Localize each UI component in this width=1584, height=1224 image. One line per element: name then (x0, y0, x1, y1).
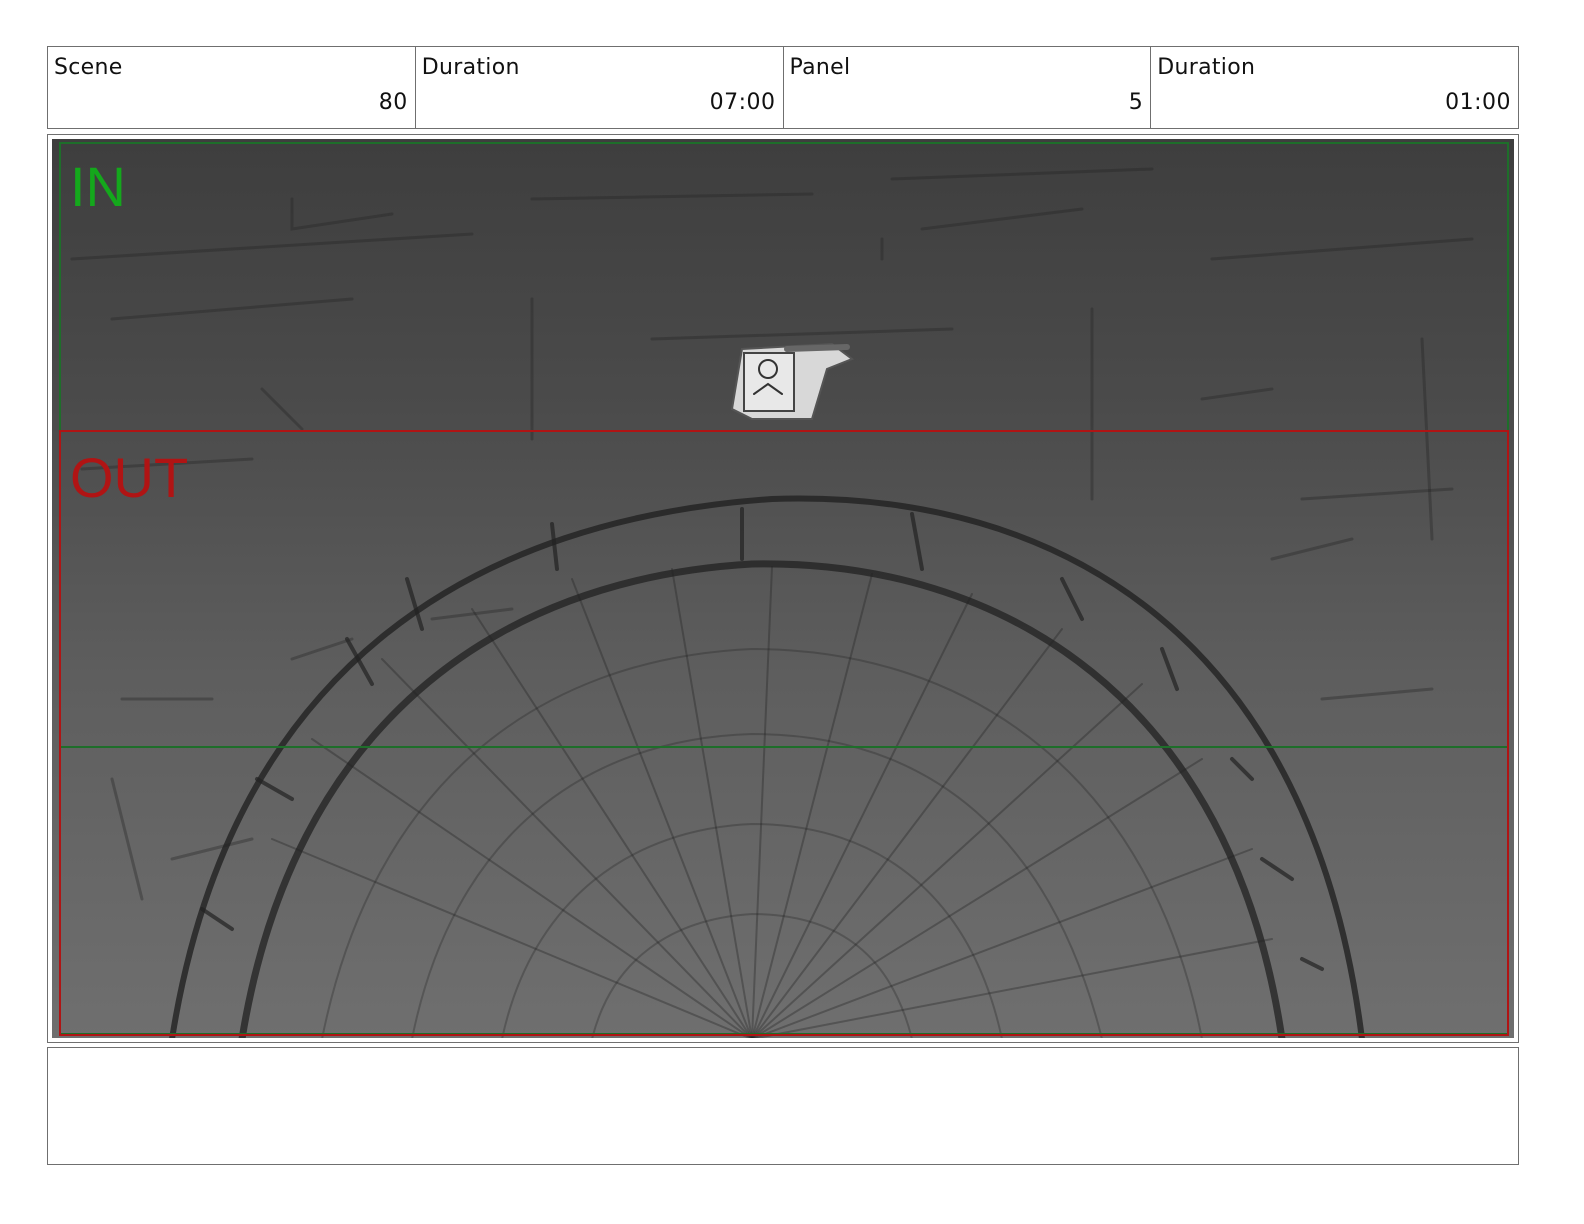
panel-info-header: Scene 80 Duration 07:00 Panel 5 Duration… (47, 46, 1519, 129)
panel-duration-label: Duration (1157, 55, 1256, 80)
panel-notes-box[interactable] (47, 1047, 1519, 1165)
panel-duration-value: 01:00 (1445, 90, 1511, 115)
panel-number: 5 (1128, 90, 1144, 115)
sketch-drawing (59, 142, 1509, 1038)
out-frame-label: OUT (70, 446, 189, 509)
scene-duration-label: Duration (421, 55, 520, 80)
scene-cell: Scene 80 (48, 47, 415, 128)
panel-cell: Panel 5 (782, 47, 1151, 128)
out-frame-border (59, 430, 1509, 1036)
storyboard-sketch: IN OUT (52, 139, 1514, 1038)
scene-label: Scene (54, 55, 123, 80)
scene-duration-cell: Duration 07:00 (414, 47, 783, 128)
scene-number: 80 (378, 90, 408, 115)
storyboard-panel-frame: IN OUT (47, 134, 1519, 1043)
panel-label: Panel (789, 55, 851, 80)
scene-duration-value: 07:00 (709, 90, 776, 115)
panel-duration-cell: Duration 01:00 (1150, 47, 1518, 128)
in-frame-label: IN (70, 155, 126, 218)
